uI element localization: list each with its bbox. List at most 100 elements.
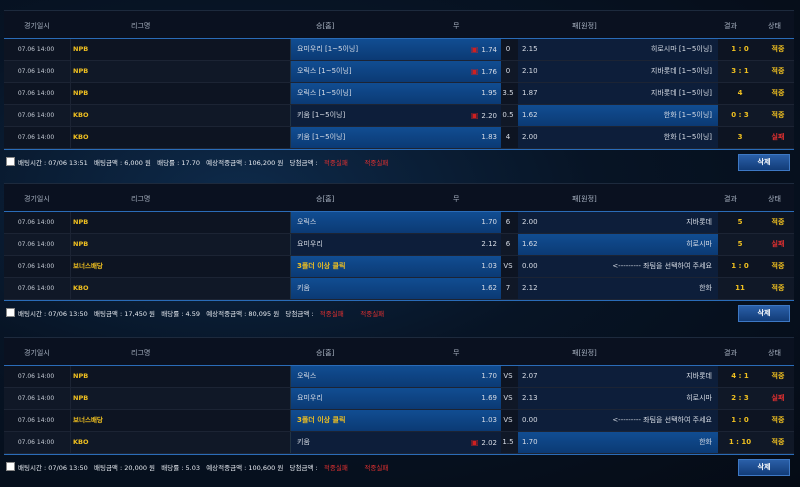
away-team-name: 히로시마	[686, 240, 712, 248]
away-pick-button[interactable]: 0.00 <--------- 좌팀을 선택하여 주세요	[518, 256, 718, 277]
away-pick-button[interactable]: 1.62 히로시마	[518, 234, 718, 255]
home-team-name: 오릭스	[297, 218, 317, 226]
status-badge: 실패	[771, 240, 785, 248]
away-pick-button[interactable]: 2.07 지바롯데	[518, 366, 718, 387]
away-pick-button[interactable]: 0.00 <--------- 좌팀을 선택하여 주세요	[518, 410, 718, 431]
home-team-name: 요미우리 [1~5이닝]	[297, 45, 359, 53]
bet-odds: 배당률 : 4.59	[161, 310, 200, 318]
away-odds: 0.00	[522, 416, 538, 424]
away-pick-button[interactable]: 2.00 지바롯데	[518, 212, 718, 233]
league-name: NPB	[70, 61, 291, 82]
home-pick-button[interactable]: 요미우리 2.12	[290, 234, 501, 255]
draw-value: 7	[505, 284, 511, 292]
home-pick-button[interactable]: 오릭스 [1~5이닝] 1.95	[290, 83, 501, 104]
match-result: 5	[737, 240, 743, 248]
match-date: 07.06 14:00	[17, 439, 55, 446]
away-odds: 1.87	[522, 89, 538, 97]
expected-amount: 예상적중금액 : 100,600 원	[206, 464, 284, 472]
league-name: KBO	[70, 127, 291, 148]
away-odds: 2.07	[522, 372, 538, 380]
draw-value: 3.5	[502, 89, 514, 97]
bet-footer: 배팅시간 : 07/06 13:50 배팅금액 : 17,450 원 배당률 :…	[4, 303, 794, 323]
away-team-name: 지바롯데 [1~5이닝]	[650, 67, 712, 75]
status-badge: 실패	[771, 394, 785, 402]
match-date: 07.06 14:00	[17, 373, 55, 380]
league-name: NPB	[70, 366, 291, 387]
header-result: 결과	[724, 349, 737, 357]
bet-amount: 배팅금액 : 20,000 원	[93, 464, 156, 472]
match-date: 07.06 14:00	[17, 285, 55, 292]
status-badge: 적중	[771, 45, 785, 53]
match-date: 07.06 14:00	[17, 46, 55, 53]
home-odds: 1.83	[481, 127, 497, 148]
table-row: 07.06 14:00 KBO 키움 1.62 7 2.12 한화 11 적중	[4, 278, 794, 300]
table-row: 07.06 14:00 NPB 오릭스 [1~5이닝] ▣ 1.76 0 2.10 지바롯데 …	[4, 61, 794, 83]
home-odds: 1.95	[481, 83, 497, 104]
home-pick-button[interactable]: 키움 1.62	[290, 278, 501, 299]
header-home: 승[홈]	[316, 22, 335, 30]
home-pick-button[interactable]: 오릭스 [1~5이닝] ▣ 1.76	[290, 61, 501, 82]
table-row: 07.06 14:00 NPB 오릭스 1.70 VS 2.07 지바롯데 4 : 1 적중	[4, 366, 794, 388]
bet-time: 배팅시간 : 07/06 13:50	[18, 310, 88, 318]
home-pick-button[interactable]: 요미우리 [1~5이닝] ▣ 1.74	[290, 39, 501, 60]
table-row: 07.06 14:00 KBO 키움 [1~5이닝] ▣ 2.20 0.5 1.62 한화 […	[4, 105, 794, 127]
table-row: 07.06 14:00 NPB 오릭스 [1~5이닝] 1.95 3.5 1.87 지바롯데…	[4, 83, 794, 105]
delete-button[interactable]: 삭제	[738, 459, 790, 476]
home-odds: 1.69	[481, 388, 497, 409]
draw-value: 4	[505, 133, 511, 141]
home-pick-button[interactable]: 오릭스 1.70	[290, 366, 501, 387]
expected-amount: 예상적중금액 : 106,200 원	[206, 159, 284, 167]
delete-button[interactable]: 삭제	[738, 305, 790, 322]
table-row: 07.06 14:00 보너스배당 3폴더 이상 클릭 1.03 VS 0.00 <----…	[4, 410, 794, 432]
status-badge: 적중	[771, 111, 785, 119]
status-badge: 적중	[771, 284, 785, 292]
draw-value: VS	[503, 416, 513, 424]
home-team-name: 키움	[297, 284, 310, 292]
home-pick-button[interactable]: 키움 ▣ 2.02	[290, 432, 501, 453]
match-result: 4 : 1	[731, 372, 749, 380]
bet-slip: 경기일시 리그명 승[홈] 무 패[원정] 결과 상태 07.06 14:00 NPB 오릭스 1.…	[4, 337, 794, 479]
home-pick-button[interactable]: 3폴더 이상 클릭 1.03	[290, 410, 501, 431]
select-checkbox[interactable]	[6, 308, 15, 317]
table-row: 07.06 14:00 NPB 요미우리 [1~5이닝] ▣ 1.74 0 2.15 히로시마…	[4, 39, 794, 61]
away-pick-button[interactable]: 1.70 한화	[518, 432, 718, 453]
away-pick-button[interactable]: 2.13 히로시마	[518, 388, 718, 409]
away-odds: 2.00	[522, 218, 538, 226]
draw-value: 6	[505, 218, 511, 226]
draw-value: 0	[505, 45, 511, 53]
header-result: 결과	[724, 195, 737, 203]
match-table: 07.06 14:00 NPB 오릭스 1.70 6 2.00 지바롯데 5 적중 07.06 1…	[4, 211, 794, 301]
header-league: 리그명	[131, 195, 151, 203]
home-team-name: 요미우리	[297, 240, 323, 248]
home-odds: ▣ 1.76	[471, 61, 497, 83]
bet-info: 배팅시간 : 07/06 13:51 배팅금액 : 6,000 원 배당률 : …	[18, 157, 388, 167]
home-pick-button[interactable]: 오릭스 1.70	[290, 212, 501, 233]
home-pick-button[interactable]: 요미우리 1.69	[290, 388, 501, 409]
away-pick-button[interactable]: 2.12 한화	[518, 278, 718, 299]
away-team-name: 지바롯데	[686, 218, 712, 226]
away-pick-button[interactable]: 2.10 지바롯데 [1~5이닝]	[518, 61, 718, 82]
away-pick-button[interactable]: 1.62 한화 [1~5이닝]	[518, 105, 718, 126]
home-team-name: 오릭스 [1~5이닝]	[297, 67, 352, 75]
select-checkbox[interactable]	[6, 157, 15, 166]
header-home: 승[홈]	[316, 195, 335, 203]
draw-value: VS	[503, 262, 513, 270]
header-result: 결과	[724, 22, 737, 30]
away-pick-button[interactable]: 2.15 히로시마 [1~5이닝]	[518, 39, 718, 60]
away-pick-button[interactable]: 2.00 한화 [1~5이닝]	[518, 127, 718, 148]
home-odds-value: 1.83	[481, 133, 497, 141]
select-checkbox[interactable]	[6, 462, 15, 471]
status-badge: 적중	[771, 218, 785, 226]
home-odds: 2.12	[481, 234, 497, 255]
bet-state: 적중실패	[360, 310, 385, 318]
league-name: KBO	[70, 105, 291, 126]
table-row: 07.06 14:00 KBO 키움 [1~5이닝] 1.83 4 2.00 한화 [1~5…	[4, 127, 794, 149]
home-pick-button[interactable]: 키움 [1~5이닝] ▣ 2.20	[290, 105, 501, 126]
draw-value: 0	[505, 67, 511, 75]
home-pick-button[interactable]: 키움 [1~5이닝] 1.83	[290, 127, 501, 148]
delete-button[interactable]: 삭제	[738, 154, 790, 171]
home-pick-button[interactable]: 3폴더 이상 클릭 1.03	[290, 256, 501, 277]
away-pick-button[interactable]: 1.87 지바롯데 [1~5이닝]	[518, 83, 718, 104]
bet-slip: 경기일시 리그명 승[홈] 무 패[원정] 결과 상태 07.06 14:00 NPB 요미우리 …	[4, 10, 794, 174]
match-date: 07.06 14:00	[17, 134, 55, 141]
